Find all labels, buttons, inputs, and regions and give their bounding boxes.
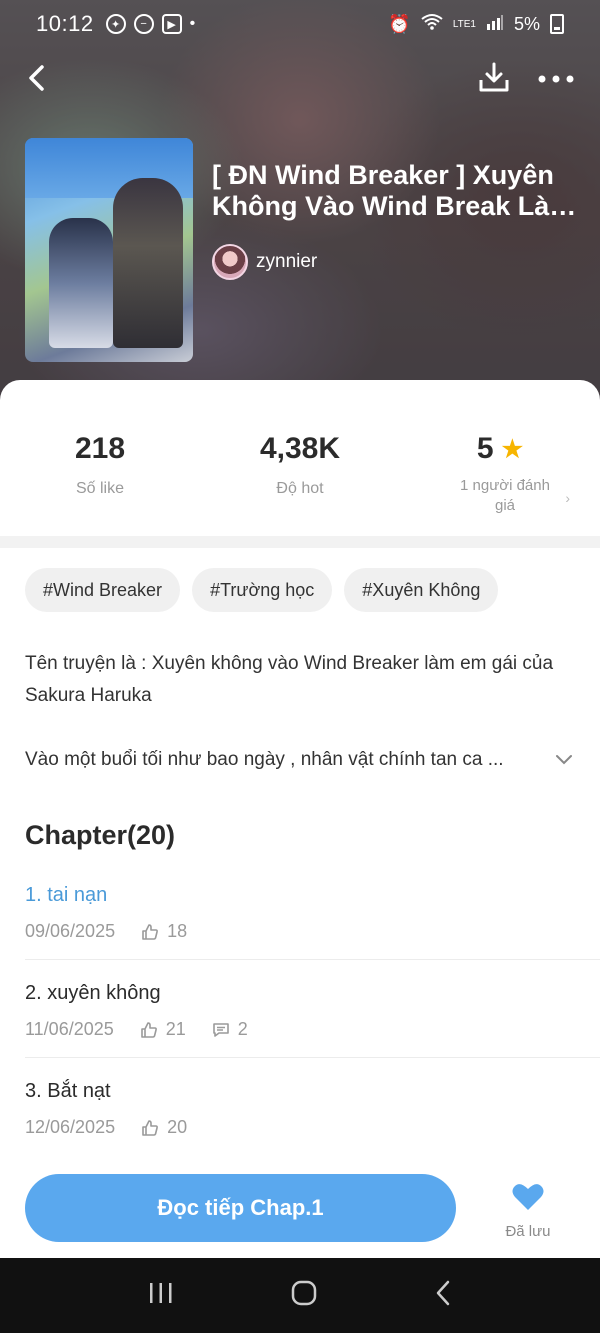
book-title: [ ĐN Wind Breaker ] Xuyên Không Vào Wind…: [212, 160, 587, 221]
recent-apps-button[interactable]: [148, 1281, 174, 1310]
avatar: [212, 244, 248, 280]
stats-row: 218 Số like 4,38K Độ hot 5 ★ 1 người đán…: [0, 432, 600, 522]
stat-likes: 218 Số like: [74, 432, 126, 497]
detail-sheet: 218 Số like 4,38K Độ hot 5 ★ 1 người đán…: [0, 380, 600, 1260]
alarm-icon: ⏰: [388, 13, 411, 34]
tag-list: #Wind Breaker #Trường học #Xuyên Không: [25, 568, 499, 612]
description-text: Tên truyện là : Xuyên không vào Wind Bre…: [25, 653, 554, 706]
network-label: LTE1: [452, 18, 476, 30]
top-nav: [0, 58, 600, 98]
bottom-action-bar: Đọc tiếp Chap.1 Đã lưu: [0, 1160, 600, 1258]
chapter-title: 1. tai nạn: [25, 884, 108, 906]
chapters-heading: Chapter(20): [25, 820, 176, 850]
chapter-title: 2. xuyên không: [25, 982, 161, 1004]
chapter-item[interactable]: 2. xuyên không 11/06/2025 21 2: [25, 982, 600, 1058]
tag-item[interactable]: #Xuyên Không: [344, 568, 499, 612]
system-nav-bar: [0, 1258, 600, 1333]
chapter-likes: 21: [165, 1019, 186, 1039]
download-icon: [479, 62, 509, 92]
battery-icon: [550, 14, 564, 34]
system-back-button[interactable]: [434, 1279, 452, 1312]
media-icon: ▶: [161, 14, 182, 34]
chevron-right-icon: ›: [565, 490, 570, 506]
back-button[interactable]: [20, 58, 52, 98]
author-link[interactable]: zynnier: [212, 244, 317, 280]
signal-icon: [486, 14, 504, 35]
chapter-date: 11/06/2025: [25, 1019, 114, 1039]
star-icon: ★: [501, 435, 524, 463]
rating-value: 5: [476, 432, 494, 465]
chapter-title: 3. Bắt nạt: [25, 1080, 111, 1102]
dnd-icon: −: [133, 14, 154, 34]
continue-reading-button[interactable]: Đọc tiếp Chap.1: [25, 1174, 456, 1242]
author-name: zynnier: [256, 251, 318, 272]
more-horizontal-icon: [538, 75, 574, 83]
more-options-button[interactable]: [536, 60, 576, 96]
thumbs-up-icon: [142, 923, 159, 940]
stat-hot: 4,38K Độ hot: [259, 432, 341, 497]
home-icon: [291, 1280, 317, 1306]
chapter-item[interactable]: 1. tai nạn 09/06/2025 18: [25, 884, 600, 960]
dot-icon: •: [189, 15, 196, 32]
stat-rating[interactable]: 5 ★ 1 người đánh giá ›: [400, 432, 600, 522]
tag-item[interactable]: #Trường học: [192, 568, 333, 612]
thumbs-up-icon: [140, 1021, 157, 1038]
comment-icon: [212, 1022, 229, 1037]
battery-percent: 5%: [513, 13, 540, 34]
expand-description-button[interactable]: [554, 752, 574, 768]
chapter-likes: 18: [167, 921, 188, 941]
chapter-item[interactable]: 3. Bắt nạt 12/06/2025 20: [25, 1080, 600, 1138]
chapter-likes: 20: [167, 1117, 188, 1137]
messenger-icon: ✦: [105, 14, 126, 34]
description-preview: Vào một buổi tối như bao ngày , nhân vật…: [25, 749, 504, 770]
chevron-left-icon: [29, 65, 44, 91]
thumbs-up-icon: [142, 1119, 159, 1136]
status-time: 10:12: [36, 11, 94, 36]
chapter-date: 12/06/2025: [25, 1117, 116, 1137]
back-arrow-icon: [436, 1280, 450, 1306]
chevron-down-icon: [556, 755, 572, 765]
chapter-comments: 2: [237, 1019, 248, 1039]
rating-label: 1 người đánh giá: [460, 477, 550, 514]
heart-icon: [512, 1184, 544, 1210]
recent-apps-icon: [150, 1283, 172, 1303]
tag-item[interactable]: #Wind Breaker: [25, 568, 181, 612]
download-button[interactable]: [476, 60, 512, 96]
wifi-icon: [421, 13, 443, 36]
home-button[interactable]: [290, 1279, 318, 1312]
saved-button[interactable]: Đã lưu: [498, 1182, 558, 1240]
section-divider: [0, 536, 600, 548]
chapter-date: 09/06/2025: [25, 921, 116, 941]
status-bar: 10:12 ✦ − ▶ • ⏰ LTE1 5%: [0, 0, 600, 48]
saved-label: Đã lưu: [505, 1223, 551, 1240]
book-cover[interactable]: [25, 138, 193, 362]
